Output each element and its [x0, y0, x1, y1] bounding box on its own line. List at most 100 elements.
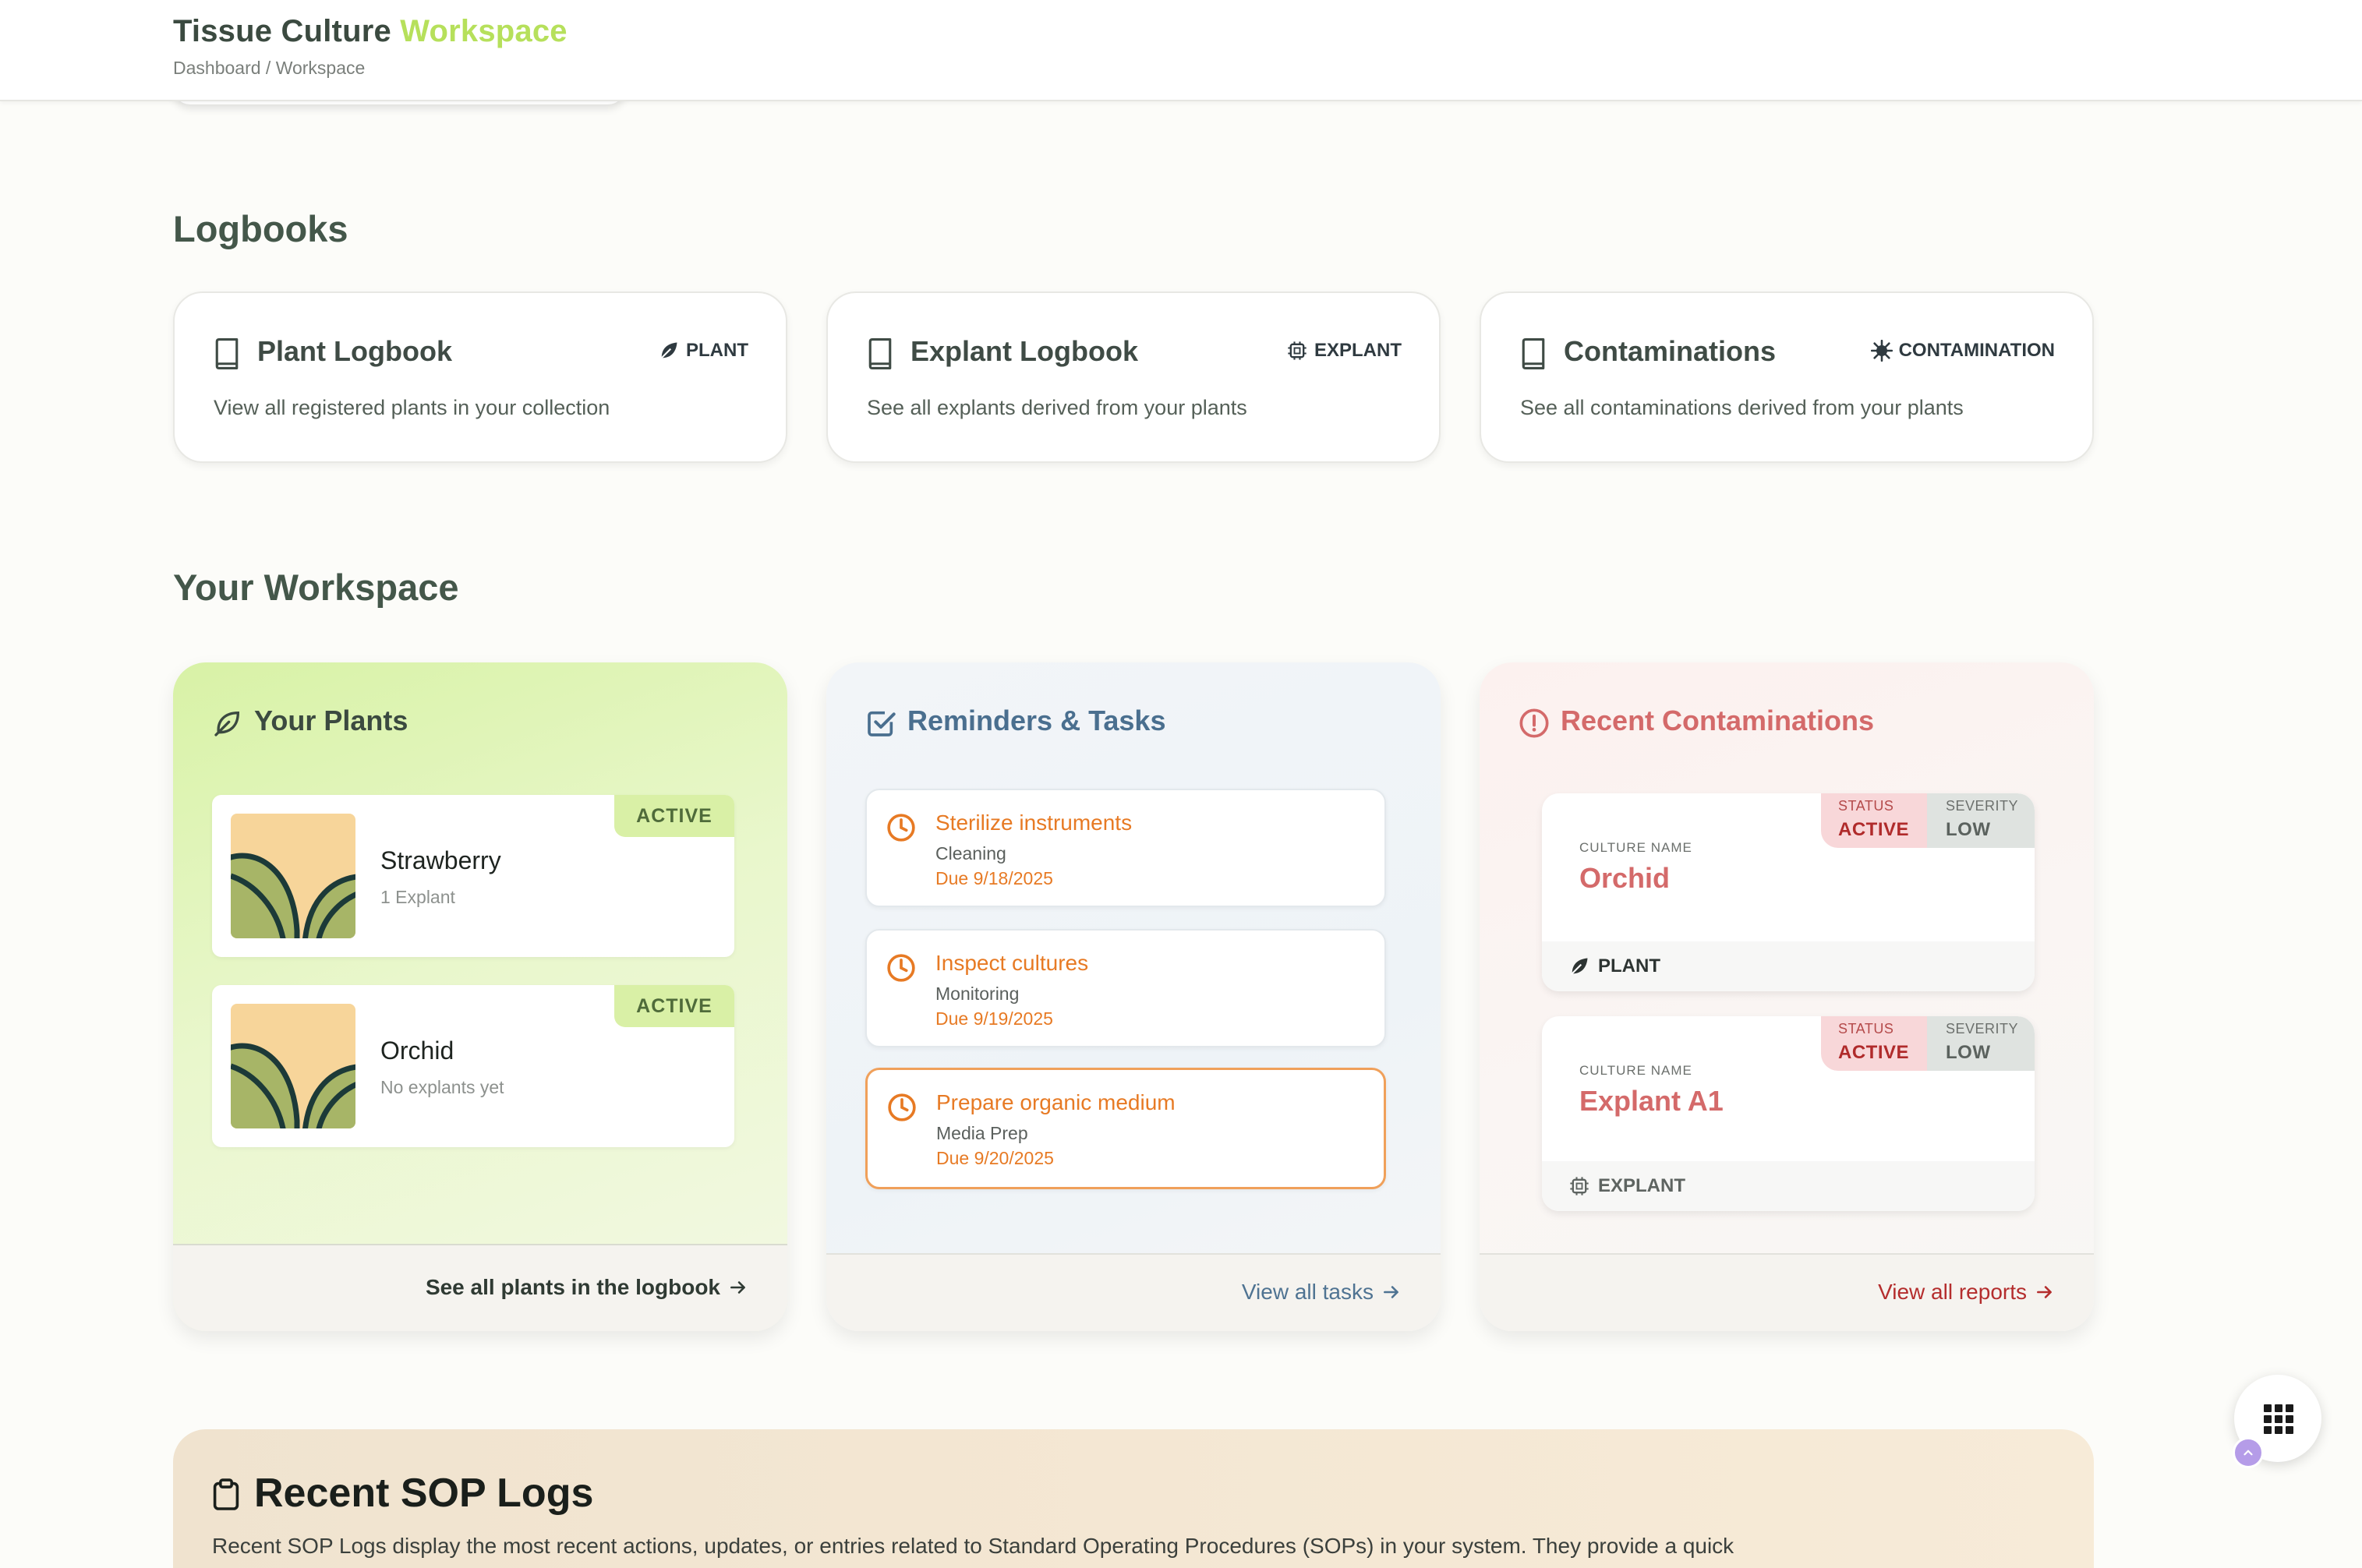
culture-name: Explant A1 — [1579, 1085, 1724, 1117]
view-all-reports-link[interactable]: View all reports — [1878, 1280, 2055, 1305]
plant-thumbnail — [231, 1004, 355, 1128]
see-all-plants-link[interactable]: See all plants in the logbook — [426, 1275, 748, 1300]
logbook-tag-label: EXPLANT — [1314, 340, 1402, 361]
panel-footer: View all tasks — [826, 1253, 1441, 1331]
logbook-tag-label: CONTAMINATION — [1898, 340, 2055, 361]
book-icon — [868, 338, 892, 369]
culture-name-label: CULTURE NAME — [1579, 840, 1692, 855]
link-label: View all tasks — [1241, 1280, 1374, 1304]
panel-footer: See all plants in the logbook — [173, 1244, 787, 1331]
top-header: Tissue Culture Workspace Dashboard / Wor… — [0, 0, 2362, 101]
plant-card[interactable]: Orchid No explants yet ACTIVE — [212, 985, 734, 1147]
leaves-illustration — [231, 1043, 355, 1128]
logbook-description: See all contaminations derived from your… — [1520, 396, 1964, 419]
task-item[interactable]: Inspect cultures Monitoring Due 9/19/202… — [865, 929, 1386, 1047]
task-name: Prepare organic medium — [936, 1090, 1176, 1114]
chip-icon — [1288, 341, 1307, 360]
logbook-tag: CONTAMINATION — [1870, 340, 2055, 362]
panel-title: Reminders & Tasks — [907, 705, 1166, 736]
title-accent: Workspace — [400, 14, 568, 48]
grid-icon — [2264, 1404, 2293, 1434]
severity-badge: SEVERITY LOW — [1927, 793, 2035, 848]
task-name: Inspect cultures — [935, 951, 1089, 975]
status-badge: ACTIVE — [614, 985, 734, 1027]
arrow-right-icon — [730, 1281, 745, 1294]
reminders-tasks-panel: Reminders & Tasks Sterilize instruments … — [826, 662, 1441, 1331]
arrow-right-icon — [1384, 1286, 1398, 1298]
panel-title: Recent Contaminations — [1561, 705, 1875, 736]
task-name: Sterilize instruments — [935, 810, 1133, 835]
your-plants-panel: Your Plants Strawberry 1 Explant ACTIVE … — [173, 662, 787, 1331]
culture-type: PLANT — [1542, 941, 2035, 991]
status-value: ACTIVE — [1838, 1042, 1910, 1063]
status-badge: STATUS ACTIVE — [1821, 1016, 1927, 1071]
clock-icon — [888, 1093, 916, 1121]
plant-logbook-card[interactable]: Plant Logbook PLANT View all registered … — [173, 291, 787, 463]
link-label: View all reports — [1878, 1280, 2027, 1304]
plant-explant-count: No explants yet — [380, 1077, 504, 1097]
title-main: Tissue Culture — [173, 14, 391, 48]
chevron-up-button[interactable] — [2233, 1437, 2264, 1468]
severity-badge: SEVERITY LOW — [1927, 1016, 2035, 1071]
recent-contaminations-panel: Recent Contaminations STATUS ACTIVE SEVE… — [1480, 662, 2094, 1331]
explant-logbook-card[interactable]: Explant Logbook EXPLANT See all explants… — [826, 291, 1441, 463]
plant-name: Orchid — [380, 1037, 454, 1065]
clock-icon — [887, 954, 915, 982]
clock-icon — [887, 814, 915, 842]
culture-name: Orchid — [1579, 862, 1671, 894]
task-category: Monitoring — [935, 984, 1020, 1004]
logbook-tag: PLANT — [658, 340, 748, 362]
logbooks-heading: Logbooks — [173, 208, 348, 249]
virus-icon — [1870, 340, 1893, 362]
sop-title: Recent SOP Logs — [254, 1471, 594, 1516]
checkbox-icon — [868, 711, 896, 736]
task-due-date: Due 9/19/2025 — [935, 1008, 1053, 1029]
logbook-tag: EXPLANT — [1286, 340, 1402, 362]
status-badge: ACTIVE — [614, 795, 734, 837]
leaf-icon — [659, 342, 677, 360]
task-item[interactable]: Sterilize instruments Cleaning Due 9/18/… — [865, 789, 1386, 907]
view-all-tasks-link[interactable]: View all tasks — [1242, 1280, 1402, 1305]
contamination-card[interactable]: STATUS ACTIVE SEVERITY LOW CULTURE NAME … — [1542, 793, 2035, 991]
logbook-description: View all registered plants in your colle… — [214, 396, 610, 419]
recent-sop-logs-section: Recent SOP Logs Recent SOP Logs display … — [173, 1429, 2094, 1568]
book-icon — [1522, 338, 1545, 369]
link-label: See all plants in the logbook — [425, 1275, 720, 1299]
task-due-date: Due 9/20/2025 — [936, 1148, 1054, 1168]
leaf-outline-icon — [214, 711, 240, 736]
chevron-up-icon — [2244, 1450, 2253, 1456]
breadcrumb[interactable]: Dashboard / Workspace — [173, 58, 365, 79]
culture-type: EXPLANT — [1542, 1161, 2035, 1211]
alert-circle-icon — [1519, 708, 1549, 738]
page-title: Tissue Culture Workspace — [173, 14, 568, 49]
severity-value: LOW — [1946, 819, 1991, 840]
logbook-tag-label: PLANT — [686, 340, 748, 361]
severity-value: LOW — [1946, 1042, 1991, 1063]
logbook-title: Contaminations — [1564, 335, 1777, 367]
arrow-right-icon — [2037, 1286, 2052, 1298]
panel-footer: View all reports — [1480, 1253, 2094, 1331]
plant-explant-count: 1 Explant — [380, 887, 455, 907]
clipboard-icon — [213, 1478, 239, 1510]
task-category: Media Prep — [936, 1123, 1028, 1143]
plant-name: Strawberry — [380, 846, 501, 874]
sop-description: Recent SOP Logs display the most recent … — [212, 1534, 1734, 1558]
task-due-date: Due 9/18/2025 — [935, 868, 1053, 888]
plant-thumbnail — [231, 814, 355, 938]
book-icon — [215, 338, 239, 369]
chip-icon — [1570, 1177, 1589, 1195]
culture-type-label: PLANT — [1598, 955, 1660, 976]
plant-card[interactable]: Strawberry 1 Explant ACTIVE — [212, 795, 734, 957]
status-label: STATUS — [1838, 798, 1894, 814]
culture-name-label: CULTURE NAME — [1579, 1063, 1692, 1078]
panel-title: Your Plants — [254, 705, 408, 736]
contamination-card[interactable]: STATUS ACTIVE SEVERITY LOW CULTURE NAME … — [1542, 1016, 2035, 1211]
logbook-title: Explant Logbook — [911, 335, 1138, 367]
task-item-highlighted[interactable]: Prepare organic medium Media Prep Due 9/… — [865, 1068, 1386, 1189]
status-badge: STATUS ACTIVE — [1821, 793, 1927, 848]
status-value: ACTIVE — [1838, 819, 1910, 840]
leaves-illustration — [231, 853, 355, 938]
logbook-description: See all explants derived from your plant… — [867, 396, 1247, 419]
contaminations-logbook-card[interactable]: Contaminations CONTAMINATION See all con… — [1480, 291, 2094, 463]
culture-type-label: EXPLANT — [1598, 1175, 1686, 1196]
